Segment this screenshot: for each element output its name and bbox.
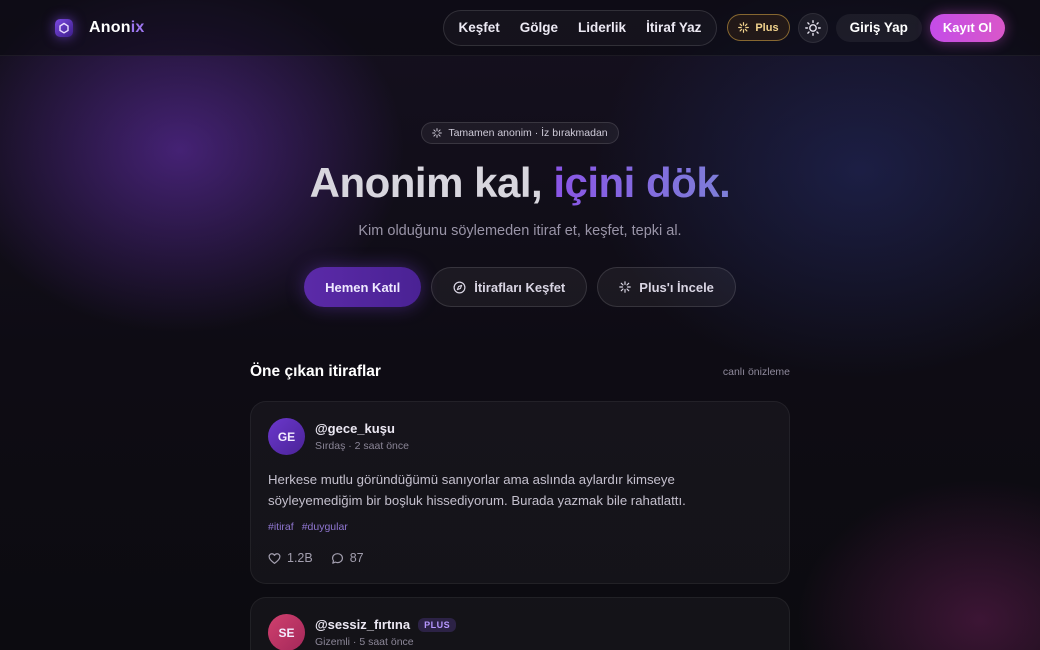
post-meta: Gizemli · 5 saat önce bbox=[315, 636, 414, 649]
theme-toggle-button[interactable] bbox=[797, 12, 828, 43]
like-count: 1.2B bbox=[287, 551, 313, 566]
confession-text: Herkese mutlu göründüğümü sanıyorlar ama… bbox=[268, 472, 686, 509]
nav-link-itiraf-yaz[interactable]: İtiraf Yaz bbox=[639, 20, 708, 35]
nav-link-golge[interactable]: Gölge bbox=[513, 20, 565, 35]
live-preview-label: canlı önizleme bbox=[722, 366, 790, 379]
hero-title: Anonim kal, içini dök. bbox=[309, 159, 731, 206]
post-meta: Sırdaş · 2 saat önce bbox=[315, 440, 409, 453]
brand-mark-icon bbox=[55, 18, 73, 37]
join-now-button[interactable]: Hemen Katıl bbox=[304, 267, 422, 308]
brand-logo[interactable]: Anonix bbox=[55, 18, 145, 37]
comment-icon bbox=[331, 552, 343, 564]
plus-button-label: Plus bbox=[755, 21, 779, 34]
hero-actions: Hemen Katıl İtirafları Keşfet Plus'ı İnc… bbox=[0, 267, 1040, 308]
compass-icon bbox=[453, 281, 466, 294]
explore-confessions-label: İtirafları Keşfet bbox=[474, 279, 566, 295]
brand-name: Anonix bbox=[89, 18, 145, 36]
sparkle-icon bbox=[738, 22, 750, 33]
nav-link-liderlik[interactable]: Liderlik bbox=[571, 20, 633, 35]
post-stats: 1.2B 87 bbox=[268, 551, 772, 565]
tag-duygular[interactable]: #duygular bbox=[302, 521, 348, 533]
view-plus-label: Plus'ı İncele bbox=[639, 279, 714, 295]
avatar: SE bbox=[268, 614, 305, 650]
tag-itiraf[interactable]: #itiraf bbox=[268, 521, 294, 533]
join-now-label: Hemen Katıl bbox=[325, 279, 401, 295]
hero-section: Tamamen anonim · İz bırakmadan Anonim ka… bbox=[0, 56, 1040, 308]
login-button[interactable]: Giriş Yap bbox=[835, 13, 922, 42]
avatar: GE bbox=[268, 418, 305, 456]
tag-list: #itiraf #duygular bbox=[268, 521, 772, 533]
plus-button[interactable]: Plus bbox=[727, 14, 790, 41]
sparkle-icon bbox=[432, 128, 443, 138]
comment-count: 87 bbox=[349, 551, 364, 566]
featured-confessions: Öne çıkan itiraflar canlı önizleme GE @g… bbox=[250, 363, 790, 650]
section-title: Öne çıkan itiraflar bbox=[250, 363, 381, 381]
anonymity-badge: Tamamen anonim · İz bırakmadan bbox=[421, 122, 619, 144]
explore-confessions-button[interactable]: İtirafları Keşfet bbox=[431, 267, 588, 308]
hero-subtitle: Kim olduğunu söylemeden itiraf et, keşfe… bbox=[358, 223, 682, 240]
anonymity-badge-text: Tamamen anonim · İz bırakmadan bbox=[448, 127, 608, 139]
confession-card[interactable]: SE @sessiz_fırtına PLUS Gizemli · 5 saat… bbox=[250, 597, 790, 650]
username[interactable]: @sessiz_fırtına bbox=[315, 617, 410, 632]
username[interactable]: @gece_kuşu bbox=[315, 421, 395, 436]
heart-icon bbox=[268, 552, 281, 564]
top-navbar: Anonix Keşfet Gölge Liderlik İtiraf Yaz … bbox=[0, 0, 1040, 56]
sparkle-icon bbox=[619, 281, 632, 293]
view-plus-button[interactable]: Plus'ı İncele bbox=[597, 267, 736, 308]
sun-icon bbox=[804, 19, 821, 36]
nav-link-kesfet[interactable]: Keşfet bbox=[452, 20, 507, 35]
confession-card[interactable]: GE @gece_kuşu Sırdaş · 2 saat önce Herke… bbox=[250, 401, 790, 585]
main-nav: Keşfet Gölge Liderlik İtiraf Yaz bbox=[442, 9, 718, 46]
comment-button[interactable]: 87 bbox=[331, 551, 364, 565]
register-button[interactable]: Kayıt Ol bbox=[929, 13, 1005, 42]
like-button[interactable]: 1.2B bbox=[268, 551, 313, 565]
plus-badge: PLUS bbox=[418, 617, 457, 632]
hero-title-accent: içini dök. bbox=[553, 159, 731, 206]
